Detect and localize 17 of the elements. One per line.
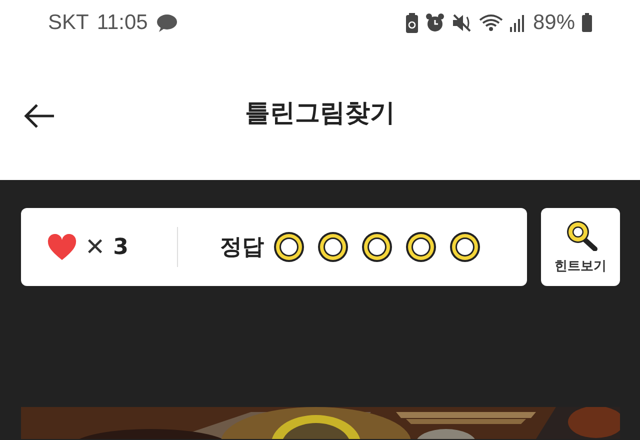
page-title: 틀린그림찾기: [245, 97, 395, 129]
heart-icon: [47, 234, 77, 260]
battery-saver-icon: [406, 12, 418, 32]
answer-label: 정답: [220, 234, 264, 262]
clock: 11:05: [96, 10, 148, 34]
battery-percent: 89%: [532, 10, 575, 34]
wifi-icon: [478, 12, 503, 32]
times-sign: ✕: [85, 233, 106, 261]
hint-button[interactable]: 힌트보기: [541, 208, 620, 286]
chat-bubble-icon: [156, 14, 178, 32]
mute-icon: [452, 12, 472, 32]
carrier: SKT: [48, 10, 89, 34]
alarm-icon: [424, 12, 445, 32]
battery-icon: [582, 13, 592, 32]
lives-count: 3: [113, 234, 128, 260]
signal-icon: [510, 14, 526, 32]
back-arrow-icon[interactable]: [24, 103, 56, 129]
